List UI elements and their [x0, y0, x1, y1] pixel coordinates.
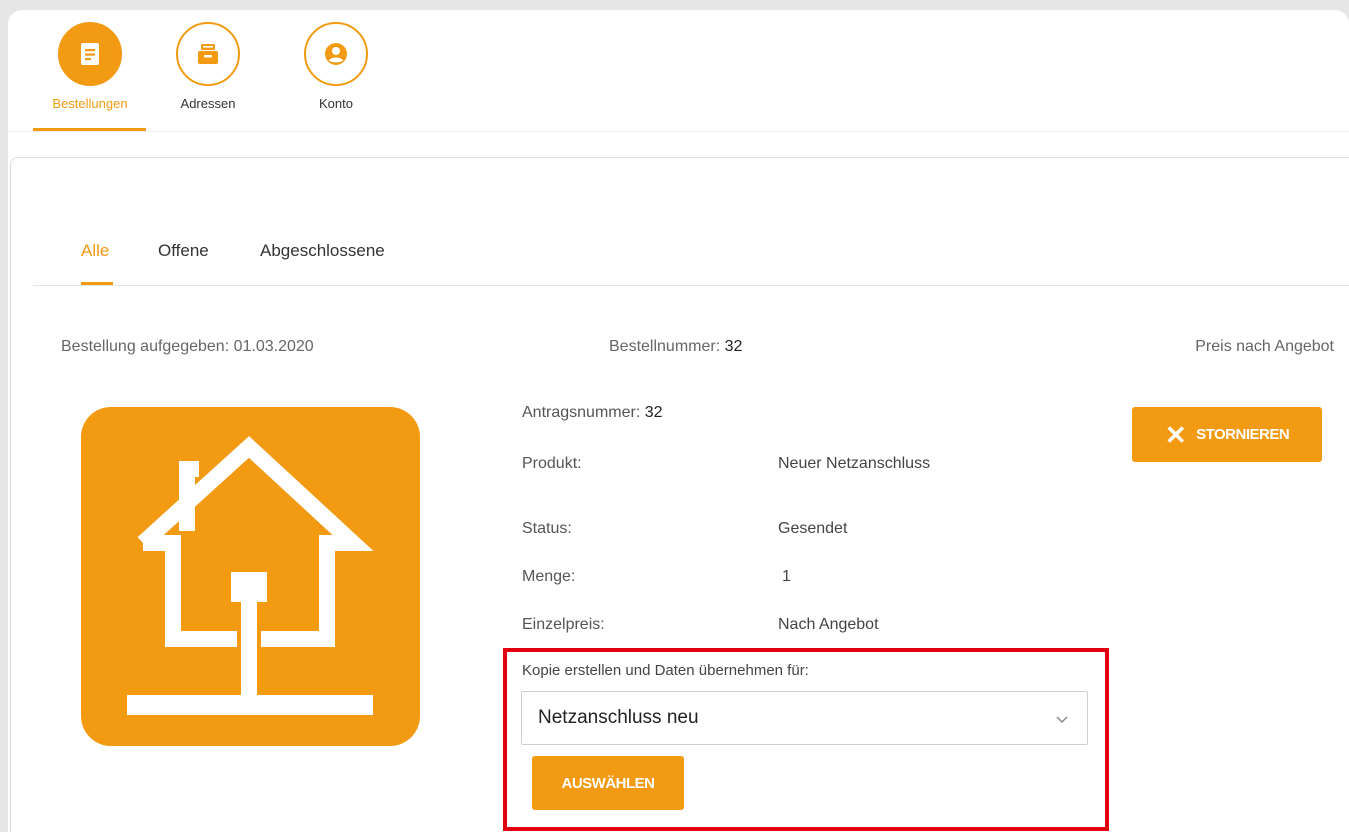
order-placed-label: Bestellung aufgegeben:	[61, 338, 230, 355]
unit-price-value: Nach Angebot	[778, 616, 879, 633]
house-connection-icon	[127, 436, 374, 715]
order-number: Bestellnummer: 32	[609, 338, 742, 356]
order-number-value: 32	[724, 338, 743, 355]
copy-target-select[interactable]: Netzanschluss neu	[521, 691, 1088, 745]
nav-item-addresses[interactable]: Adressen	[173, 22, 243, 111]
chevron-down-icon	[1055, 711, 1069, 729]
product-value: Neuer Netzanschluss	[778, 455, 931, 472]
select-button[interactable]: AUSWÄHLEN	[532, 756, 684, 810]
copy-label: Kopie erstellen und Daten übernehmen für…	[522, 662, 809, 679]
account-icon	[304, 22, 368, 86]
tab-all[interactable]: Alle	[81, 241, 109, 261]
address-box-icon	[176, 22, 240, 86]
close-icon: ✕	[1164, 419, 1187, 450]
price-note: Preis nach Angebot	[1195, 338, 1334, 355]
nav-label-addresses: Adressen	[180, 96, 236, 111]
order-placed: Bestellung aufgegeben: 01.03.2020	[61, 338, 314, 356]
product-image	[81, 407, 420, 746]
application-label: Antragsnummer:	[522, 404, 641, 421]
tab-open[interactable]: Offene	[158, 241, 209, 261]
select-value: Netzanschluss neu	[538, 707, 699, 728]
application-value: 32	[644, 404, 663, 421]
nav-item-orders[interactable]: Bestellungen	[35, 22, 145, 111]
nav-label-orders: Bestellungen	[52, 96, 128, 111]
product-label: Produkt:	[522, 455, 582, 472]
status-label: Status:	[522, 520, 572, 537]
tabs-divider	[33, 285, 1349, 286]
application-number: Antragsnummer: 32	[522, 404, 663, 422]
quantity-label: Menge:	[522, 568, 576, 585]
status-value: Gesendet	[778, 520, 848, 537]
app-window: Bestellungen Adressen Konto Alle Offene …	[8, 10, 1349, 832]
order-placed-date: 01.03.2020	[233, 338, 314, 355]
order-card: Alle Offene Abgeschlossene Bestellung au…	[10, 157, 1349, 832]
nav-label-account: Konto	[319, 96, 353, 111]
nav-divider	[8, 131, 1349, 132]
tab-completed[interactable]: Abgeschlossene	[260, 241, 385, 261]
order-number-label: Bestellnummer:	[609, 338, 721, 355]
cancel-order-button[interactable]: ✕ STORNIEREN	[1132, 407, 1322, 462]
orders-icon	[58, 22, 122, 86]
top-navigation: Bestellungen Adressen Konto	[8, 10, 1349, 132]
unit-price-label: Einzelpreis:	[522, 616, 605, 633]
cancel-button-label: STORNIEREN	[1196, 426, 1290, 443]
quantity-value: 1	[782, 568, 791, 585]
nav-item-account[interactable]: Konto	[301, 22, 371, 111]
